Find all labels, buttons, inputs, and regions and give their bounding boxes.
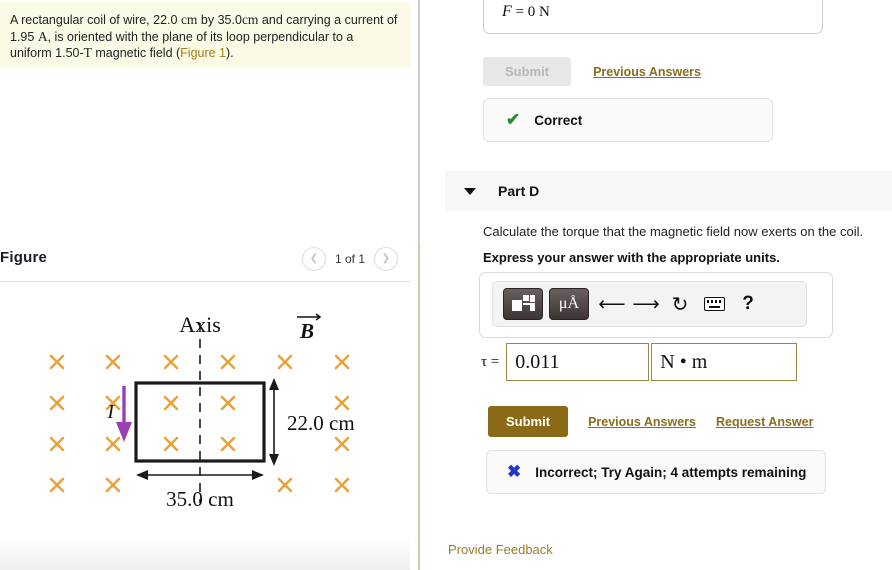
provide-feedback-link[interactable]: Provide Feedback <box>448 542 553 557</box>
figure-divider <box>0 281 410 282</box>
left-panel: A rectangular coil of wire, 22.0 cm by 3… <box>0 0 418 570</box>
request-answer-link[interactable]: Request Answer <box>716 415 813 429</box>
current-label: I <box>106 401 115 423</box>
part-d-question: Calculate the torque that the magnetic f… <box>483 224 864 239</box>
unit-ampere: A <box>37 28 48 44</box>
problem-text-1: A rectangular coil of wire, 22.0 <box>10 13 178 27</box>
tau-label: τ = <box>481 353 500 370</box>
problem-text-6: ). <box>226 46 234 60</box>
undo-icon[interactable]: ⟵ <box>595 289 629 319</box>
panel-divider <box>418 244 420 570</box>
figure-title: Figure <box>0 249 48 266</box>
caret-down-icon[interactable] <box>464 187 476 195</box>
right-panel: F = 0 N Submit Previous Answers ✔ Correc… <box>421 0 892 570</box>
reset-icon[interactable]: ↻ <box>663 289 697 319</box>
figure-bottom-shadow <box>0 536 410 570</box>
previous-answers-link-part-c[interactable]: Previous Answers <box>593 65 701 79</box>
unit-tesla: T <box>83 45 92 60</box>
answer-toolbar: μÅ ⟵ ⟶ ↻ ? <box>492 281 807 327</box>
chevron-right-icon[interactable]: ❯ <box>374 247 398 271</box>
axis-label: Axis <box>179 312 221 337</box>
units-palette-label: μÅ <box>558 295 580 312</box>
panel-divider-top <box>418 0 420 244</box>
previous-part-submit-row: Submit Previous Answers <box>483 57 701 86</box>
problem-statement: A rectangular coil of wire, 22.0 cm by 3… <box>0 2 410 68</box>
width-label: 35.0 cm <box>166 487 234 511</box>
current-arrow <box>116 386 132 442</box>
previous-answers-link[interactable]: Previous Answers <box>588 415 696 429</box>
previous-answer-symbol: F <box>502 3 512 20</box>
answer-value-input[interactable]: 0.011 <box>506 343 650 381</box>
unit-cm-1: cm <box>180 12 198 27</box>
part-d-submit-row: Submit Previous Answers Request Answer <box>488 406 813 437</box>
field-label: B <box>299 319 314 343</box>
height-dimension <box>269 378 279 466</box>
unit-cm-2: cm <box>241 12 259 27</box>
previous-submit-button[interactable]: Submit <box>483 57 572 86</box>
help-icon[interactable]: ? <box>731 289 765 319</box>
chevron-left-icon[interactable]: ❮ <box>301 247 326 271</box>
previous-answer-value: 0 N <box>527 4 550 20</box>
height-label: 22.0 cm <box>287 411 355 435</box>
correct-status-text: Correct <box>534 112 583 128</box>
answer-input-row: τ = 0.011 N • m <box>479 343 798 381</box>
math-template-icon[interactable] <box>503 288 543 320</box>
redo-icon[interactable]: ⟶ <box>629 289 663 319</box>
incorrect-status-banner: ✖ Incorrect; Try Again; 4 attempts remai… <box>486 450 826 494</box>
check-icon: ✔ <box>506 110 521 129</box>
previous-answer-equals: = <box>515 4 524 20</box>
part-d-instruction: Express your answer with the appropriate… <box>483 250 780 265</box>
answer-unit-input[interactable]: N • m <box>651 343 798 381</box>
units-palette-icon[interactable]: μÅ <box>549 288 589 320</box>
x-icon: ✖ <box>507 462 522 481</box>
correct-status-banner: ✔ Correct <box>483 98 773 142</box>
figure-navigation: ❮ 1 of 1 ❯ <box>301 247 398 271</box>
answer-entry-card: μÅ ⟵ ⟶ ↻ ? <box>479 272 833 338</box>
problem-text-2: by 35.0 <box>200 13 242 27</box>
figure-counter: 1 of 1 <box>334 252 365 266</box>
submit-button[interactable]: Submit <box>488 406 569 437</box>
problem-text-5: magnetic field ( <box>95 46 181 60</box>
figure-header: Figure ❮ 1 of 1 ❯ <box>0 243 410 281</box>
previous-part-answer-box[interactable]: F = 0 N <box>483 0 823 34</box>
physics-diagram: Axis B I 22.0 cm 35.0 cm <box>49 312 355 511</box>
part-d-header[interactable]: Part D <box>445 171 892 211</box>
keyboard-icon[interactable] <box>697 289 731 319</box>
figure-1-link[interactable]: Figure 1 <box>180 46 226 60</box>
incorrect-status-text: Incorrect; Try Again; 4 attempts remaini… <box>535 464 807 480</box>
page-root: A rectangular coil of wire, 22.0 cm by 3… <box>0 0 892 570</box>
part-d-title: Part D <box>498 183 540 199</box>
